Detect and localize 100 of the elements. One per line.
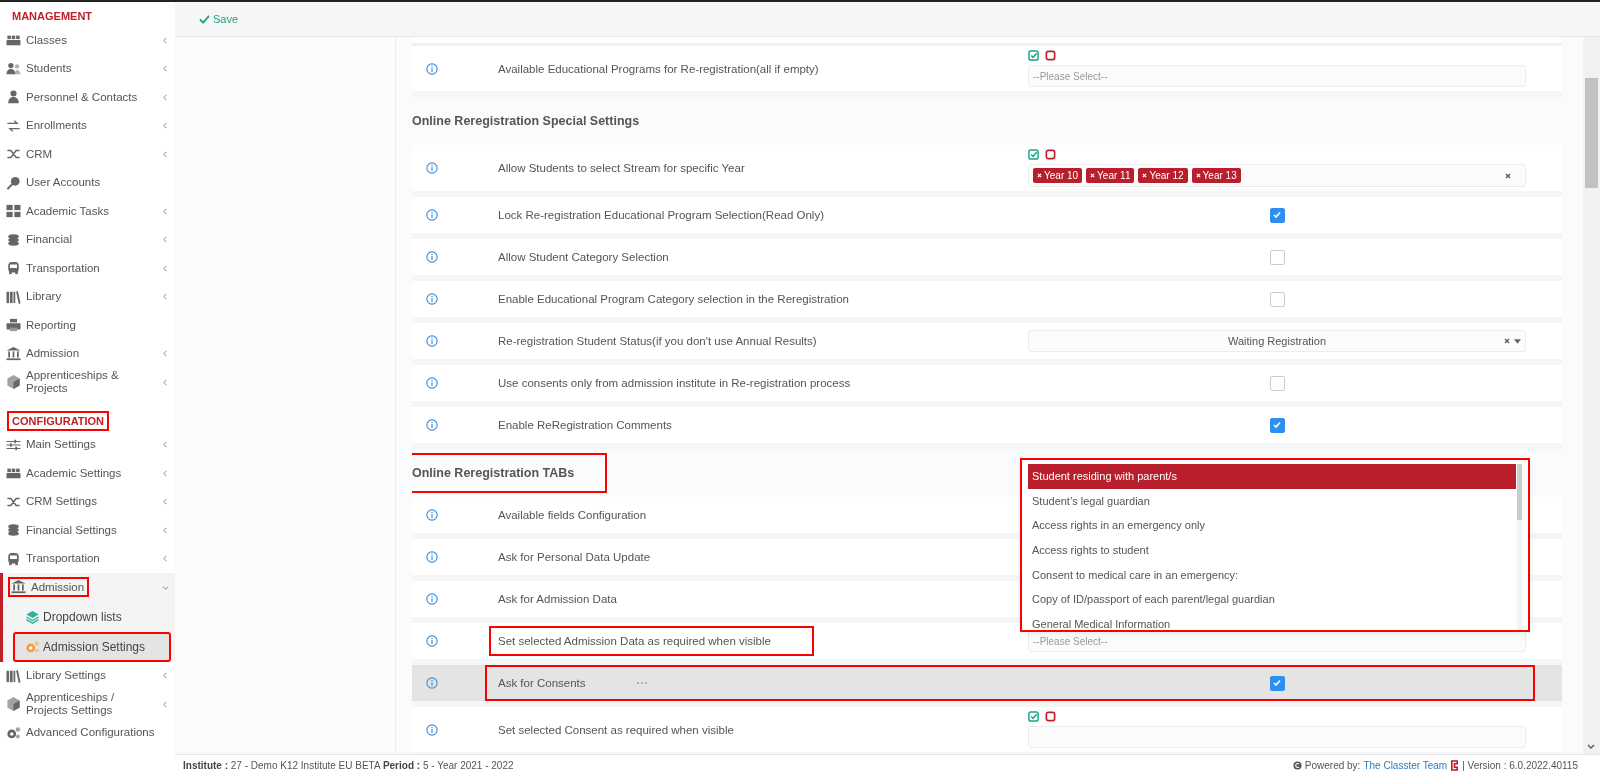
sidebar-item[interactable]: Advanced Configurations xyxy=(0,718,175,747)
sidebar-item[interactable]: Library xyxy=(0,282,175,311)
sidebar-item[interactable]: Classes xyxy=(0,26,175,55)
sidebar-item[interactable]: Library Settings xyxy=(0,661,175,690)
square-icon[interactable] xyxy=(1045,50,1056,61)
coins-icon xyxy=(6,232,21,247)
sidebar-item[interactable]: Academic Settings xyxy=(0,459,175,488)
powered-by-text: Powered by: xyxy=(1304,759,1361,771)
checkbox[interactable] xyxy=(1269,417,1285,433)
checkbox[interactable] xyxy=(1269,291,1285,307)
chevron-left-icon xyxy=(162,350,169,358)
remove-icon[interactable] xyxy=(1195,173,1201,178)
setting-label: Available Educational Programs for Re-registration(all if empty) xyxy=(497,61,820,77)
setting-label: Ask for Admission Data xyxy=(497,592,618,607)
info-icon[interactable] xyxy=(426,593,438,605)
sidebar-item[interactable]: Students xyxy=(0,54,175,83)
sidebar-item[interactable]: User Accounts xyxy=(0,168,175,197)
select-field[interactable]: Waiting Registration xyxy=(1028,330,1526,352)
submenu-item[interactable]: Admission Settings xyxy=(13,631,171,662)
sidebar-item[interactable]: Reporting xyxy=(0,311,175,340)
remove-icon[interactable] xyxy=(1090,173,1096,178)
checkbox[interactable] xyxy=(1269,207,1285,223)
sidebar-item[interactable]: Financial xyxy=(0,225,175,254)
sidebar-item[interactable]: Apprenticeships & Projects xyxy=(0,368,175,397)
printer-icon xyxy=(6,318,21,333)
sidebar-item[interactable]: Financial Settings xyxy=(0,516,175,545)
dropdown-option[interactable]: Copy of ID/passport of each parent/legal guardian xyxy=(1028,586,1516,612)
menu-label: Reporting xyxy=(26,318,76,332)
checked-square-icon[interactable] xyxy=(1028,711,1039,722)
sidebar-item[interactable]: Admission xyxy=(0,339,175,368)
chevron-left-icon xyxy=(162,122,169,130)
info-icon[interactable] xyxy=(426,509,438,521)
checked-square-icon[interactable] xyxy=(1028,149,1039,160)
info-icon[interactable] xyxy=(426,293,438,305)
menu-label: User Accounts xyxy=(26,176,101,190)
square-icon[interactable] xyxy=(1045,711,1056,722)
dropdown-option[interactable]: Student residing with parent/s xyxy=(1028,464,1516,489)
menu-label: CRM Settings xyxy=(26,495,97,509)
sidebar-item[interactable]: Transportation xyxy=(0,254,175,283)
info-icon[interactable] xyxy=(426,677,438,689)
scrollbar[interactable] xyxy=(1583,37,1600,754)
chevron-left-icon xyxy=(162,207,169,215)
caret-down-icon[interactable] xyxy=(1514,338,1521,344)
info-icon[interactable] xyxy=(426,377,438,389)
logo-icon xyxy=(1450,759,1460,771)
sidebar-item[interactable]: Personnel & Contacts xyxy=(0,83,175,112)
sidebar-item[interactable]: Admission xyxy=(3,573,175,602)
sidebar-item[interactable]: CRM Settings xyxy=(0,487,175,516)
info-icon[interactable] xyxy=(426,551,438,563)
tag: Year 10 xyxy=(1033,168,1083,183)
remove-icon[interactable] xyxy=(1142,173,1148,178)
gears-icon xyxy=(6,725,21,740)
sidebar-item[interactable]: Apprenticeships / Projects Settings xyxy=(0,690,175,719)
sliders-icon xyxy=(6,437,21,452)
sidebar-item[interactable]: Enrollments xyxy=(0,111,175,140)
sidebar-item[interactable]: Transportation xyxy=(0,544,175,573)
sidebar-item[interactable]: CRM xyxy=(0,140,175,169)
chevron-down-icon[interactable] xyxy=(1587,744,1595,750)
info-icon[interactable] xyxy=(426,162,438,174)
multi-select-field[interactable]: Year 10 Year 11 Year 12 Year 13 xyxy=(1028,164,1526,187)
dropdown-option[interactable]: Access rights in an emergency only xyxy=(1028,513,1516,538)
info-icon[interactable] xyxy=(426,419,438,431)
clear-icon[interactable] xyxy=(1505,172,1511,179)
menu-label: Financial Settings xyxy=(26,523,117,537)
info-icon[interactable] xyxy=(426,723,438,736)
checkbox[interactable] xyxy=(1269,249,1285,265)
list-scrollbar[interactable] xyxy=(1517,464,1522,630)
info-icon[interactable] xyxy=(426,62,438,75)
info-icon[interactable] xyxy=(426,209,438,221)
dropdown-option[interactable]: Student’s legal guardian xyxy=(1028,488,1516,514)
dropdown-option[interactable]: Access rights to student xyxy=(1028,537,1516,563)
dropdown-option[interactable]: Consent to medical care in an emergency: xyxy=(1028,562,1516,587)
square-icon[interactable] xyxy=(1045,149,1056,160)
submenu-item[interactable]: Dropdown lists xyxy=(19,601,171,632)
scrollbar-thumb[interactable] xyxy=(1585,78,1598,188)
info-icon[interactable] xyxy=(426,635,438,647)
dropdown-option[interactable]: General Medical Information xyxy=(1028,611,1516,630)
remove-icon[interactable] xyxy=(1037,173,1042,178)
info-icon[interactable] xyxy=(426,335,438,347)
checked-square-icon[interactable] xyxy=(1028,50,1039,61)
ellipsis-icon[interactable] xyxy=(635,681,648,685)
copyright-icon xyxy=(1292,760,1302,770)
chevron-left-icon xyxy=(162,498,169,506)
chevron-left-icon xyxy=(162,469,169,477)
check-icon xyxy=(199,14,210,24)
menu-label: Transportation xyxy=(26,261,100,275)
clear-icon[interactable] xyxy=(1504,338,1510,344)
tag: Year 13 xyxy=(1191,168,1241,183)
checkbox[interactable] xyxy=(1269,675,1285,691)
menu-label: Enrollments xyxy=(26,119,87,133)
check-icon xyxy=(1272,420,1282,430)
setting-label: Ask for Personal Data Update xyxy=(497,550,652,565)
sidebar-item[interactable]: Academic Tasks xyxy=(0,197,175,226)
team-link[interactable]: The Classter Team xyxy=(1363,759,1448,771)
info-icon[interactable] xyxy=(426,251,438,263)
checkbox[interactable] xyxy=(1269,375,1285,391)
setting-label: Set selected Admission Data as required when visible xyxy=(492,629,811,653)
chevron-left-icon xyxy=(162,672,169,680)
chevron-left-icon xyxy=(162,555,169,563)
sidebar-item[interactable]: Main Settings xyxy=(0,430,175,459)
